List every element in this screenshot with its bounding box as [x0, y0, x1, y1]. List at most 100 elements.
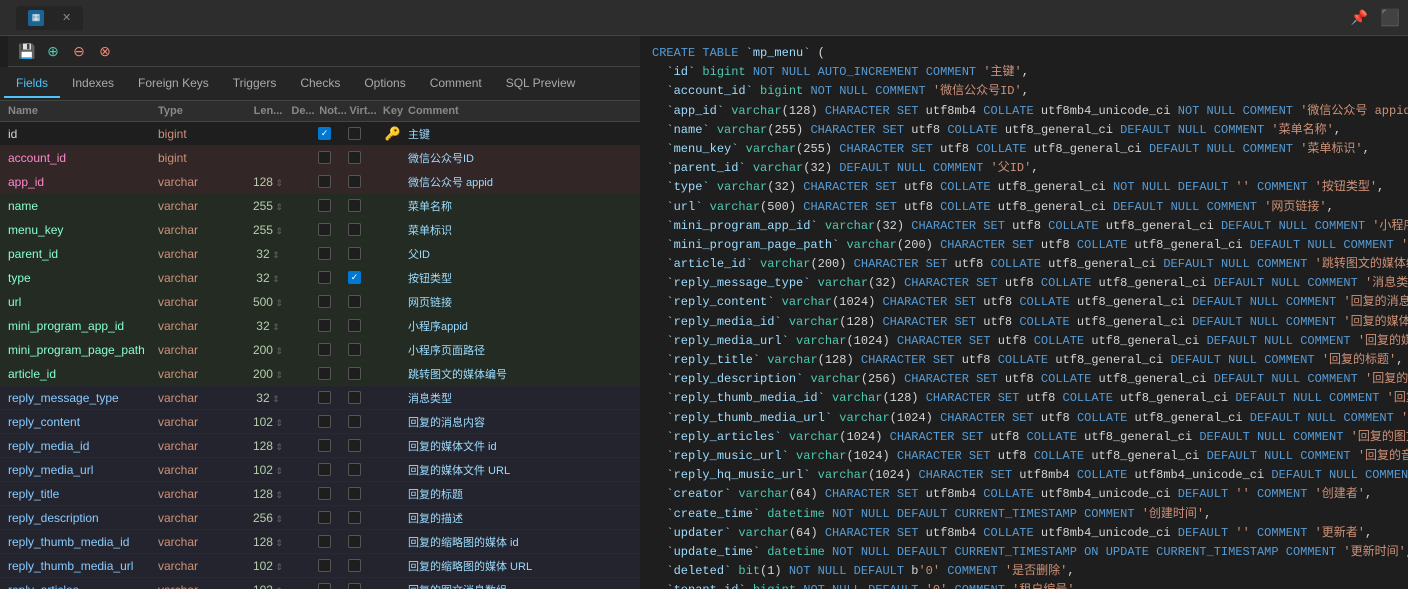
- field-not-null[interactable]: [318, 343, 348, 356]
- field-not-null[interactable]: [318, 367, 348, 380]
- field-type: varchar: [158, 415, 248, 429]
- table-row[interactable]: mini_program_app_idvarchar32 ⇕小程序appid: [0, 314, 640, 338]
- field-length[interactable]: 500 ⇕: [248, 295, 288, 309]
- field-not-null[interactable]: [318, 583, 348, 589]
- field-virtual[interactable]: [348, 295, 378, 308]
- tab-indexes[interactable]: Indexes: [60, 70, 126, 98]
- field-length[interactable]: 255 ⇕: [248, 223, 288, 237]
- field-virtual[interactable]: ✓: [348, 271, 378, 284]
- close-icon[interactable]: ✕: [62, 11, 71, 24]
- remove-button[interactable]: ⊖: [68, 40, 90, 62]
- field-length[interactable]: 102 ⇕: [248, 463, 288, 477]
- field-virtual[interactable]: [348, 247, 378, 260]
- table-row[interactable]: namevarchar255 ⇕菜单名称: [0, 194, 640, 218]
- field-not-null[interactable]: ✓: [318, 127, 348, 140]
- table-row[interactable]: reply_message_typevarchar32 ⇕消息类型: [0, 386, 640, 410]
- table-row[interactable]: reply_descriptionvarchar256 ⇕回复的描述: [0, 506, 640, 530]
- field-length[interactable]: 32 ⇕: [248, 319, 288, 333]
- field-virtual[interactable]: [348, 535, 378, 548]
- field-virtual[interactable]: [348, 463, 378, 476]
- tab-options[interactable]: Options: [352, 70, 417, 98]
- table-row[interactable]: reply_articlesvarchar102 ⇕回复的图文消息数组: [0, 578, 640, 589]
- table-row[interactable]: idbigint✓🔑主键: [0, 122, 640, 146]
- field-virtual[interactable]: [348, 487, 378, 500]
- field-not-null[interactable]: [318, 559, 348, 572]
- field-not-null[interactable]: [318, 487, 348, 500]
- field-virtual[interactable]: [348, 559, 378, 572]
- field-not-null[interactable]: [318, 415, 348, 428]
- field-virtual[interactable]: [348, 439, 378, 452]
- field-not-null[interactable]: [318, 319, 348, 332]
- field-comment: 微信公众号 appid: [408, 174, 632, 190]
- field-not-null[interactable]: [318, 463, 348, 476]
- field-length[interactable]: 200 ⇕: [248, 343, 288, 357]
- field-length[interactable]: 128 ⇕: [248, 439, 288, 453]
- sql-line: `updater` varchar(64) CHARACTER SET utf8…: [652, 524, 1396, 543]
- table-row[interactable]: typevarchar32 ⇕✓按钮类型: [0, 266, 640, 290]
- field-length[interactable]: 128 ⇕: [248, 175, 288, 189]
- field-virtual[interactable]: [348, 199, 378, 212]
- table-row[interactable]: article_idvarchar200 ⇕跳转图文的媒体编号: [0, 362, 640, 386]
- field-length[interactable]: 200 ⇕: [248, 367, 288, 381]
- add-button[interactable]: ⊕: [42, 40, 64, 62]
- field-virtual[interactable]: [348, 223, 378, 236]
- save-button[interactable]: 💾: [16, 40, 38, 62]
- field-virtual[interactable]: [348, 175, 378, 188]
- field-virtual[interactable]: [348, 151, 378, 164]
- field-not-null[interactable]: [318, 151, 348, 164]
- field-virtual[interactable]: [348, 511, 378, 524]
- table-row[interactable]: app_idvarchar128 ⇕微信公众号 appid: [0, 170, 640, 194]
- field-type: bigint: [158, 127, 248, 141]
- field-not-null[interactable]: [318, 535, 348, 548]
- field-length[interactable]: 32 ⇕: [248, 247, 288, 261]
- field-length[interactable]: 256 ⇕: [248, 511, 288, 525]
- field-virtual[interactable]: [348, 319, 378, 332]
- field-virtual[interactable]: [348, 127, 378, 140]
- field-virtual[interactable]: [348, 391, 378, 404]
- field-comment: 父ID: [408, 246, 632, 262]
- tab-fields[interactable]: Fields: [4, 70, 60, 98]
- field-virtual[interactable]: [348, 583, 378, 589]
- field-length[interactable]: 32 ⇕: [248, 271, 288, 285]
- table-row[interactable]: parent_idvarchar32 ⇕父ID: [0, 242, 640, 266]
- field-virtual[interactable]: [348, 367, 378, 380]
- table-row[interactable]: reply_titlevarchar128 ⇕回复的标题: [0, 482, 640, 506]
- tab-triggers[interactable]: Triggers: [221, 70, 289, 98]
- tab-foreign-keys[interactable]: Foreign Keys: [126, 70, 221, 98]
- field-length[interactable]: 128 ⇕: [248, 487, 288, 501]
- field-virtual[interactable]: [348, 415, 378, 428]
- tab-sql-preview[interactable]: SQL Preview: [494, 70, 588, 98]
- table-row[interactable]: urlvarchar500 ⇕网页链接: [0, 290, 640, 314]
- field-not-null[interactable]: [318, 199, 348, 212]
- delete-button[interactable]: ⊗: [94, 40, 116, 62]
- tab-checks[interactable]: Checks: [288, 70, 352, 98]
- main-tab[interactable]: ▦ ✕: [16, 6, 83, 30]
- pin-icon[interactable]: 📌: [1351, 9, 1368, 26]
- table-row[interactable]: reply_media_urlvarchar102 ⇕回复的媒体文件 URL: [0, 458, 640, 482]
- field-not-null[interactable]: [318, 247, 348, 260]
- table-row[interactable]: menu_keyvarchar255 ⇕菜单标识: [0, 218, 640, 242]
- field-not-null[interactable]: [318, 223, 348, 236]
- table-row[interactable]: reply_thumb_media_idvarchar128 ⇕回复的缩略图的媒…: [0, 530, 640, 554]
- field-length[interactable]: 102 ⇕: [248, 559, 288, 573]
- field-length[interactable]: 255 ⇕: [248, 199, 288, 213]
- table-row[interactable]: mini_program_page_pathvarchar200 ⇕小程序页面路…: [0, 338, 640, 362]
- field-length[interactable]: 102 ⇕: [248, 415, 288, 429]
- table-row[interactable]: reply_media_idvarchar128 ⇕回复的媒体文件 id: [0, 434, 640, 458]
- field-not-null[interactable]: [318, 271, 348, 284]
- field-not-null[interactable]: [318, 511, 348, 524]
- table-row[interactable]: reply_thumb_media_urlvarchar102 ⇕回复的缩略图的…: [0, 554, 640, 578]
- table-row[interactable]: reply_contentvarchar102 ⇕回复的消息内容: [0, 410, 640, 434]
- expand-icon[interactable]: ⬛: [1380, 8, 1400, 28]
- field-length[interactable]: 32 ⇕: [248, 391, 288, 405]
- field-not-null[interactable]: [318, 175, 348, 188]
- field-not-null[interactable]: [318, 391, 348, 404]
- tab-comment[interactable]: Comment: [418, 70, 494, 98]
- field-not-null[interactable]: [318, 439, 348, 452]
- field-length[interactable]: 102 ⇕: [248, 583, 288, 589]
- field-type: varchar: [158, 367, 248, 381]
- field-length[interactable]: 128 ⇕: [248, 535, 288, 549]
- field-virtual[interactable]: [348, 343, 378, 356]
- field-not-null[interactable]: [318, 295, 348, 308]
- table-row[interactable]: account_idbigint微信公众号ID: [0, 146, 640, 170]
